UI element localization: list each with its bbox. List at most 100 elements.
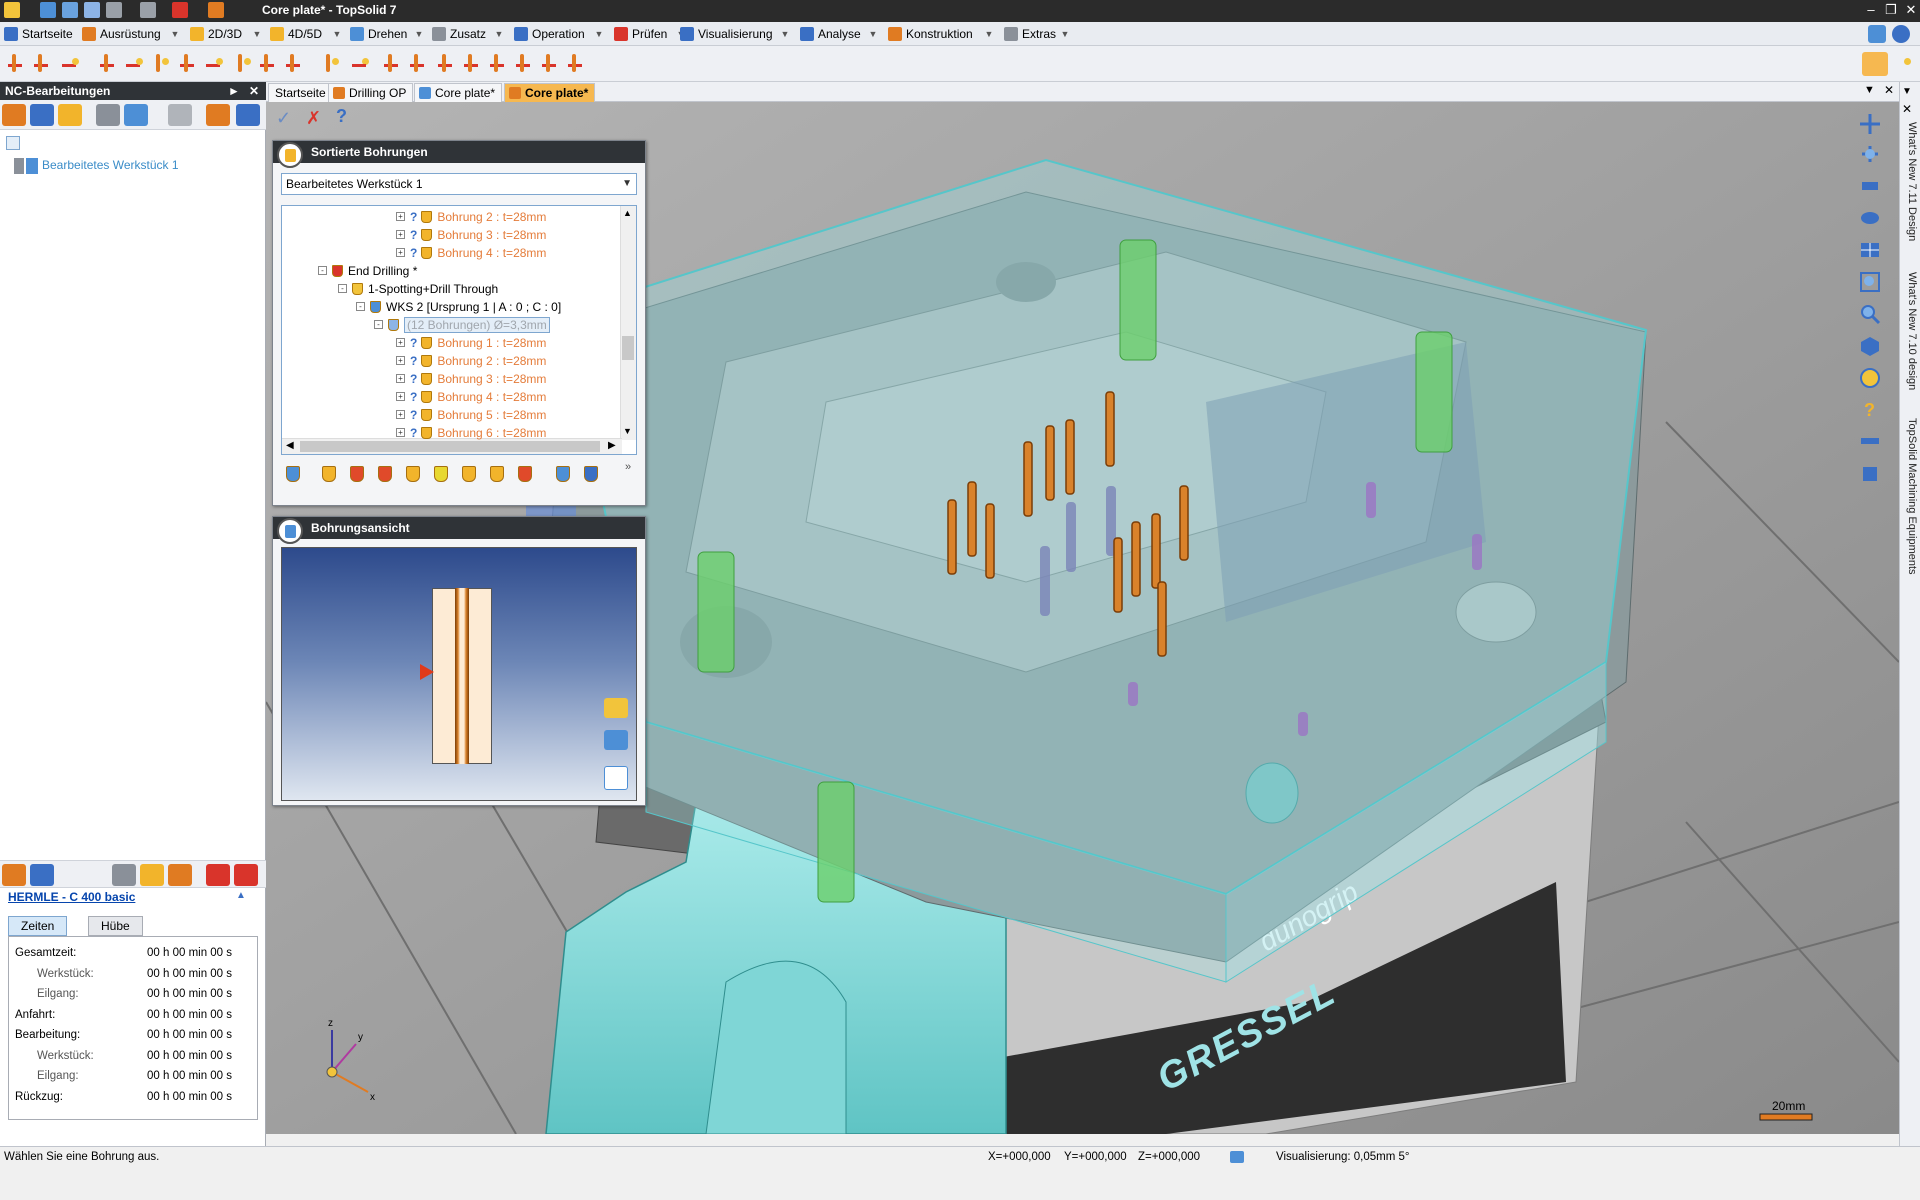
rotate-icon[interactable] bbox=[1858, 142, 1886, 168]
machine-stop-icon[interactable] bbox=[234, 864, 258, 886]
menu-zusatz[interactable]: Zusatz bbox=[432, 25, 486, 43]
menu-dropdown-icon[interactable]: ▼ bbox=[494, 26, 504, 42]
expand-icon[interactable]: + bbox=[396, 338, 405, 347]
expand-icon[interactable]: + bbox=[396, 410, 405, 419]
options-icon[interactable] bbox=[1892, 52, 1914, 76]
tab-startseite[interactable]: Startseite bbox=[268, 83, 333, 102]
drill-op-icon[interactable] bbox=[6, 52, 28, 76]
chamfer-op-icon[interactable] bbox=[178, 52, 200, 76]
menu-startseite[interactable]: Startseite bbox=[4, 25, 73, 43]
machine-tree-icon[interactable] bbox=[30, 864, 54, 886]
slot-op-icon[interactable] bbox=[124, 52, 146, 76]
menu-dropdown-icon[interactable]: ▼ bbox=[1060, 26, 1070, 42]
expand-icon[interactable]: + bbox=[396, 230, 405, 239]
close-panel-icon[interactable]: ✕ bbox=[246, 82, 262, 100]
thread-mill-icon[interactable] bbox=[566, 52, 588, 76]
center-drill-icon[interactable] bbox=[382, 52, 404, 76]
thread-op-icon[interactable] bbox=[150, 52, 172, 76]
menu-analyse[interactable]: Analyse bbox=[800, 25, 861, 43]
tab-huebe[interactable]: Hübe bbox=[88, 916, 143, 936]
machine-link[interactable]: HERMLE - C 400 basic bbox=[8, 890, 135, 904]
tree-item-group[interactable]: - End Drilling * bbox=[318, 262, 417, 280]
zoom-icon[interactable] bbox=[604, 766, 628, 790]
visualization-icon[interactable] bbox=[1230, 1151, 1244, 1163]
shading-icon[interactable] bbox=[1858, 366, 1886, 392]
side-close-icon[interactable]: ✕ bbox=[1902, 102, 1912, 116]
menu-visualisierung[interactable]: Visualisierung bbox=[680, 25, 773, 43]
scroll-right-icon[interactable]: ▶ bbox=[608, 440, 616, 451]
menu-dropdown-icon[interactable]: ▼ bbox=[868, 26, 878, 42]
menu-ausruestung[interactable]: Ausrüstung bbox=[82, 25, 161, 43]
helix-bore-icon[interactable] bbox=[540, 52, 562, 76]
settings-icon[interactable] bbox=[1868, 25, 1886, 43]
zoom-fit-icon[interactable] bbox=[1858, 270, 1886, 296]
drill-delete-icon[interactable] bbox=[513, 461, 537, 487]
ream-op-icon[interactable] bbox=[258, 52, 280, 76]
scroll-thumb[interactable] bbox=[622, 336, 634, 360]
peck-drill-icon[interactable] bbox=[408, 52, 430, 76]
drill-remove-icon[interactable] bbox=[373, 461, 397, 487]
tree-item-op[interactable]: - 1-Spotting+Drill Through bbox=[338, 280, 498, 298]
cancel-icon[interactable]: ✗ bbox=[306, 108, 321, 129]
collapse-icon[interactable]: - bbox=[338, 284, 347, 293]
tree-item-hole[interactable]: +? Bohrung 2 : t=28mm bbox=[396, 352, 546, 370]
minimize-icon[interactable]: – bbox=[1860, 1, 1882, 19]
tree-item-hole[interactable]: +? Bohrung 1 : t=28mm bbox=[396, 334, 546, 352]
tree-item-workpiece[interactable]: Bearbeitetes Werkstück 1 bbox=[14, 158, 179, 174]
stock-icon[interactable] bbox=[58, 104, 82, 126]
tree-item-hole[interactable]: +? Bohrung 6 : t=28mm bbox=[396, 424, 546, 442]
tab-zeiten[interactable]: Zeiten bbox=[8, 916, 68, 936]
tree-item-hole[interactable]: +? Bohrung 5 : t=28mm bbox=[396, 406, 546, 424]
tap-op-icon[interactable] bbox=[284, 52, 306, 76]
back-bore-icon[interactable] bbox=[514, 52, 536, 76]
facing-op-icon[interactable] bbox=[98, 52, 120, 76]
expand-icon[interactable]: + bbox=[396, 212, 405, 221]
menu-operation[interactable]: Operation bbox=[514, 25, 585, 43]
contour-op-icon[interactable] bbox=[60, 52, 82, 76]
save-all-icon[interactable] bbox=[62, 2, 78, 18]
help-icon[interactable] bbox=[1892, 25, 1910, 43]
menu-4d5d[interactable]: 4D/5D bbox=[270, 25, 322, 43]
hole-section-view[interactable] bbox=[281, 547, 637, 801]
tab-drilling-op[interactable]: Drilling OP bbox=[328, 83, 414, 102]
pocket-op-icon[interactable] bbox=[32, 52, 54, 76]
engrave-op-icon[interactable] bbox=[204, 52, 226, 76]
expand-icon[interactable]: + bbox=[396, 248, 405, 257]
expand-icon[interactable]: + bbox=[396, 392, 405, 401]
counterbore-icon[interactable] bbox=[462, 52, 484, 76]
menu-konstruktion[interactable]: Konstruktion bbox=[888, 25, 973, 43]
print-icon[interactable] bbox=[84, 2, 100, 18]
quick-tool2-icon[interactable] bbox=[208, 2, 224, 18]
machine-print-icon[interactable] bbox=[112, 864, 136, 886]
quick-tool-icon[interactable] bbox=[172, 2, 188, 18]
menu-pruefen[interactable]: Prüfen bbox=[614, 25, 667, 43]
zoom-window-icon[interactable] bbox=[1858, 174, 1886, 200]
machine-setup-icon[interactable] bbox=[2, 864, 26, 886]
menu-drehen[interactable]: Drehen bbox=[350, 25, 407, 43]
collapse-icon[interactable]: ▲ bbox=[236, 890, 246, 901]
redo-icon[interactable] bbox=[140, 2, 156, 18]
help-dialog-icon[interactable]: ? bbox=[336, 106, 347, 127]
fit-view-icon[interactable] bbox=[604, 730, 628, 750]
drill-split-icon[interactable] bbox=[457, 461, 481, 487]
side-dropdown-icon[interactable]: ▼ bbox=[1902, 86, 1912, 97]
sort-icon[interactable] bbox=[236, 104, 260, 126]
refresh-holes-icon[interactable] bbox=[579, 461, 603, 487]
drill-exclude-icon[interactable] bbox=[401, 461, 425, 487]
tree-item-hole[interactable]: +? Bohrung 2 : t=28mm bbox=[396, 208, 546, 226]
expand-icon[interactable]: + bbox=[396, 428, 405, 437]
tree-item-hole[interactable]: +? Bohrung 3 : t=28mm bbox=[396, 226, 546, 244]
spot-face-icon[interactable] bbox=[488, 52, 510, 76]
scroll-h-thumb[interactable] bbox=[300, 441, 600, 452]
cube-view-icon[interactable] bbox=[1858, 334, 1886, 360]
menu-extras[interactable]: Extras bbox=[1004, 25, 1056, 43]
machine-sim-icon[interactable] bbox=[206, 864, 230, 886]
collapse-icon[interactable]: - bbox=[374, 320, 383, 329]
machining-icon[interactable] bbox=[2, 104, 26, 126]
side-tab-whats-new-711[interactable]: What's New 7.11 Design bbox=[1902, 122, 1918, 241]
refresh-icon[interactable] bbox=[168, 104, 192, 126]
menu-dropdown-icon[interactable]: ▼ bbox=[984, 26, 994, 42]
bore-op-icon[interactable] bbox=[232, 52, 254, 76]
app-logo-icon[interactable] bbox=[4, 2, 20, 18]
view-orient-icon[interactable] bbox=[1858, 206, 1886, 232]
